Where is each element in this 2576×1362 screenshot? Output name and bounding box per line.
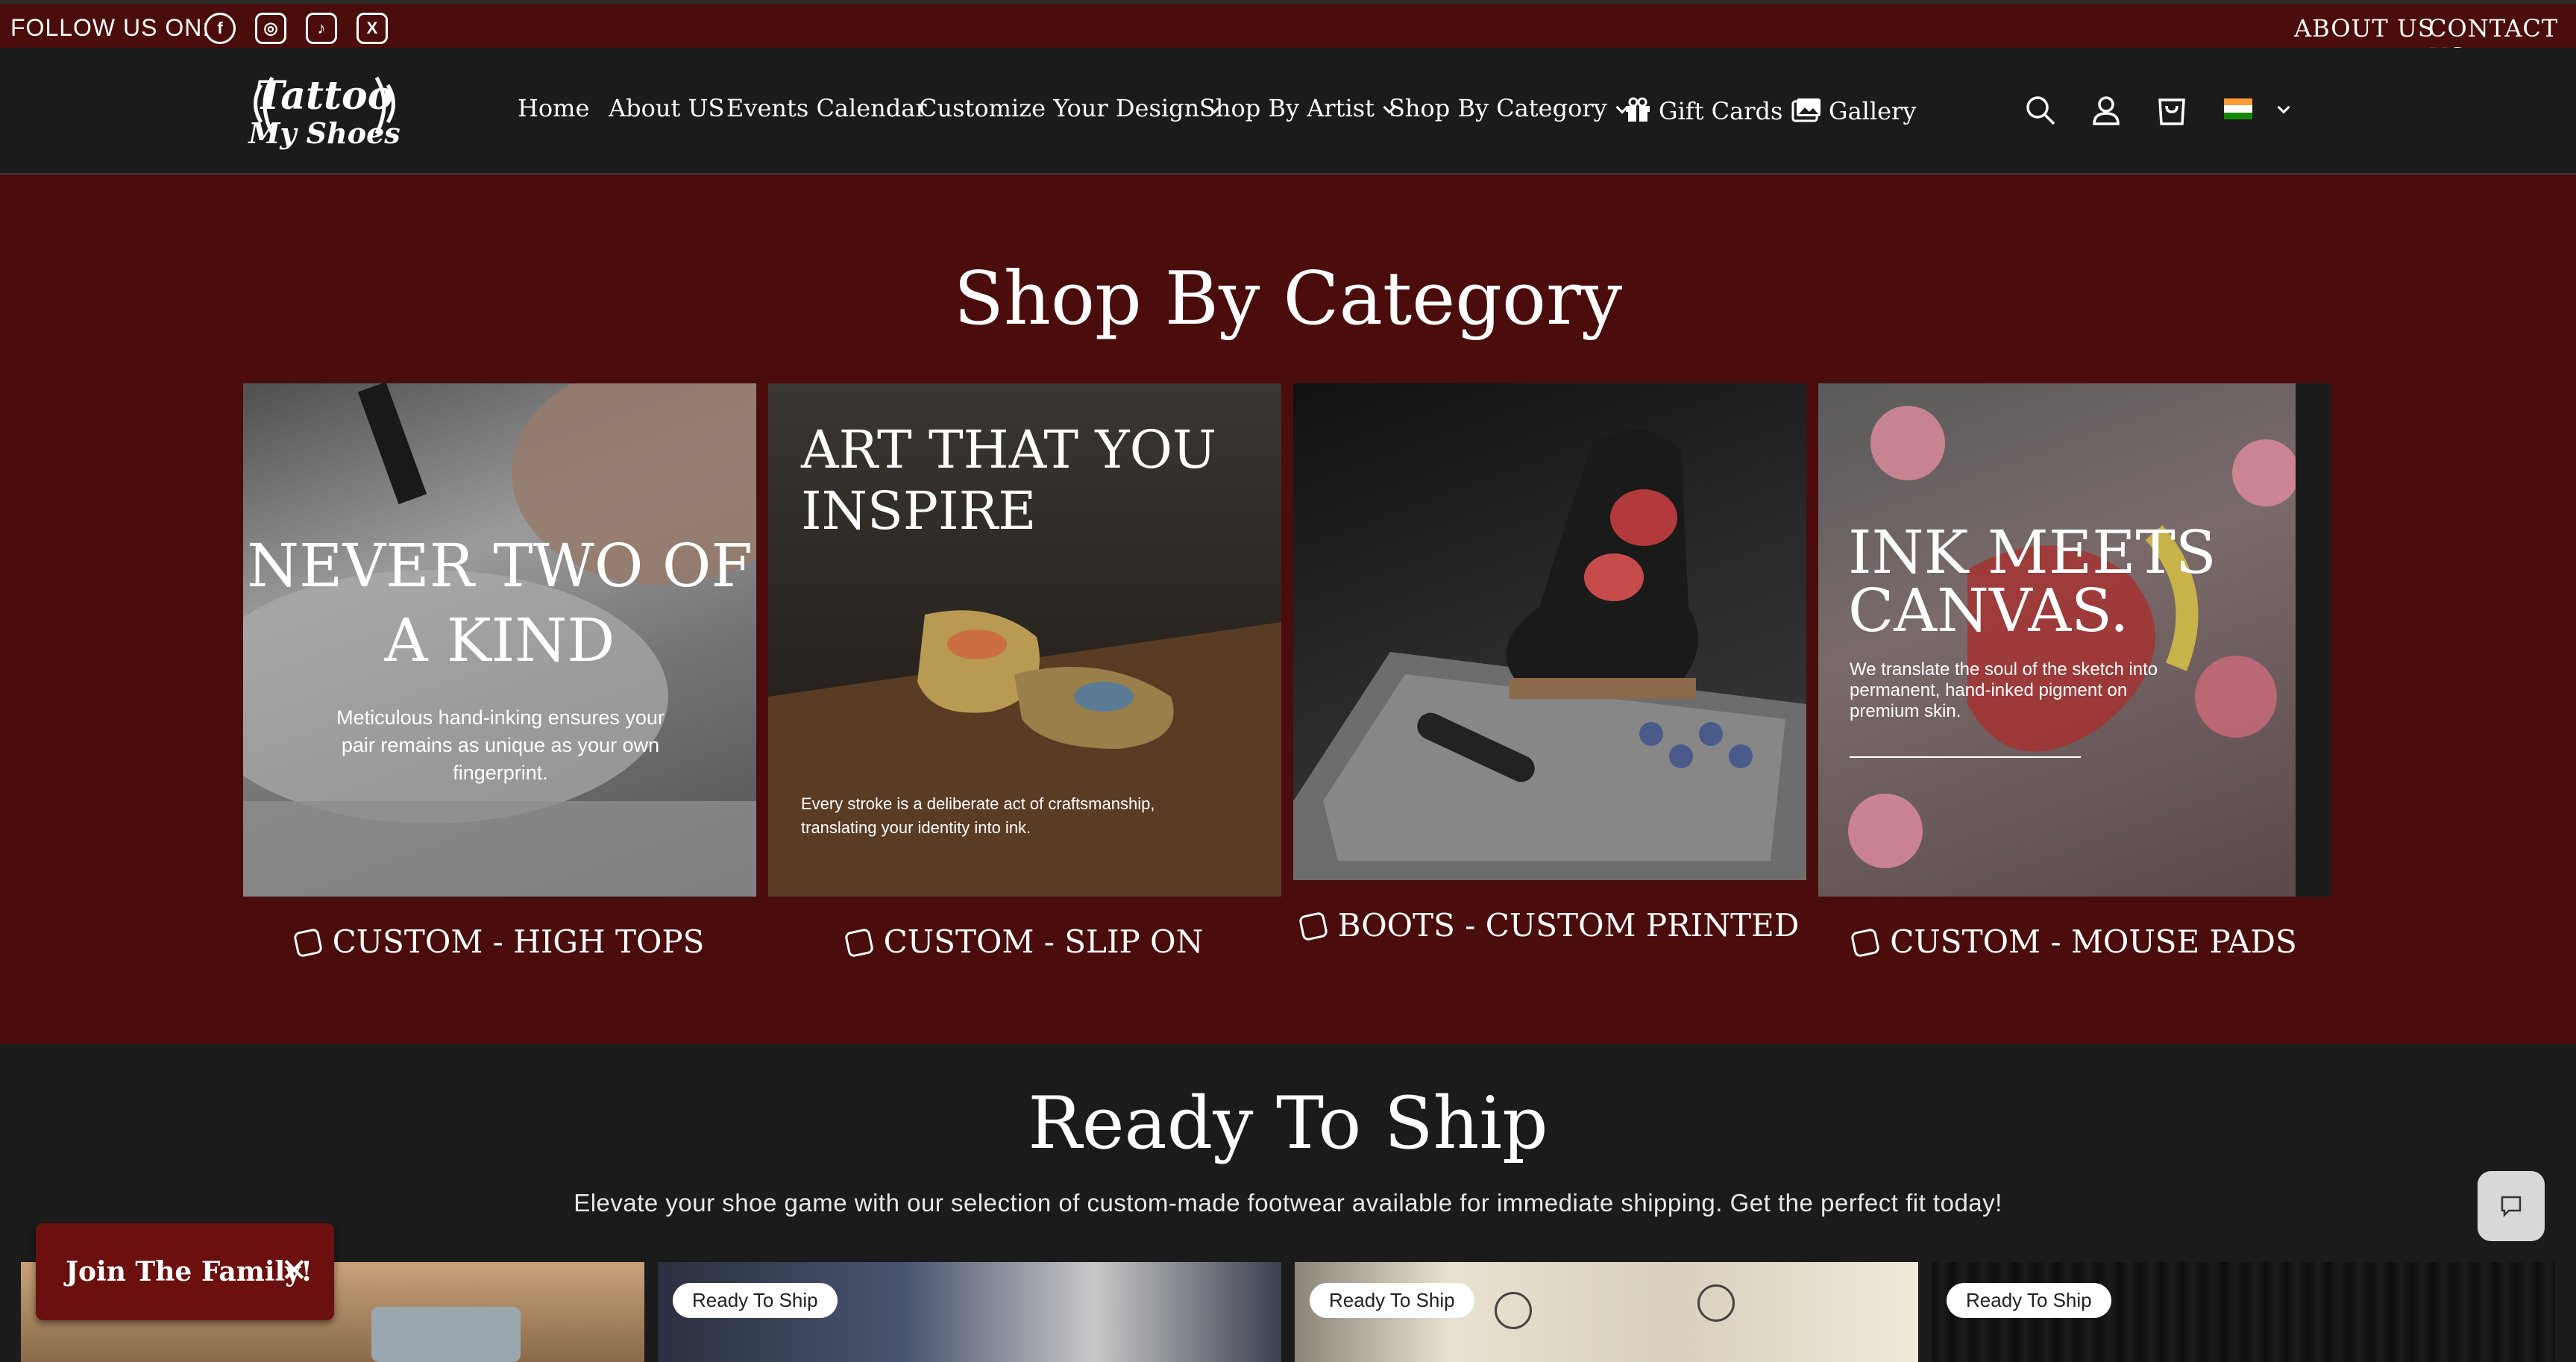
nav-gift-cards[interactable]: Gift Cards bbox=[1624, 94, 1782, 125]
nav-home[interactable]: Home bbox=[518, 94, 589, 122]
section-subtitle: Elevate your shoe game with our selectio… bbox=[574, 1189, 2002, 1217]
card-description: Every stroke is a deliberate act of craf… bbox=[801, 794, 1155, 837]
nav-shop-artist-label: Shop By Artist bbox=[1199, 94, 1375, 122]
card-headline-line1: NEVER TWO OF bbox=[247, 531, 753, 600]
nav-gallery-label: Gallery bbox=[1829, 97, 1917, 125]
nav-shop-category-label: Shop By Category bbox=[1389, 94, 1607, 122]
nav-customize-your-design[interactable]: Customize Your Design bbox=[919, 94, 1221, 122]
logo-line-2: My Shoes bbox=[247, 116, 400, 150]
nav-shop-by-artist[interactable]: Shop By Artist bbox=[1199, 94, 1396, 122]
product-card[interactable]: Ready To Ship bbox=[1932, 1262, 2555, 1362]
category-tag-icon bbox=[1298, 911, 1328, 942]
card-headline: ART THAT YOU INSPIRE bbox=[801, 419, 1216, 542]
x-icon[interactable]: X bbox=[356, 13, 388, 44]
site-header: Tattoo My Shoes Home About US Events Cal… bbox=[0, 48, 2576, 175]
follow-us-label: FOLLOW US ON: bbox=[10, 14, 210, 41]
ready-to-ship-badge: Ready To Ship bbox=[1310, 1283, 1474, 1318]
cart-icon[interactable] bbox=[2154, 92, 2190, 128]
card-headline-line2: CANVAS. bbox=[1848, 576, 2129, 645]
category-label-slip-on[interactable]: CUSTOM - SLIP ON bbox=[768, 923, 1281, 960]
logo-line-1: Tattoo bbox=[256, 73, 394, 119]
card-headline-line2: A KIND bbox=[384, 606, 615, 675]
category-card-high-tops[interactable]: NEVER TWO OF A KIND Meticulous hand-inki… bbox=[243, 383, 756, 897]
category-card-mouse-pads[interactable]: INK MEETS CANVAS. We translate the soul … bbox=[1818, 383, 2331, 897]
join-the-family-popup[interactable]: Join The Family! ✕ bbox=[36, 1223, 334, 1320]
nav-shop-by-category[interactable]: Shop By Category bbox=[1389, 94, 1629, 122]
category-label-boots[interactable]: BOOTS - CUSTOM PRINTED bbox=[1293, 907, 1806, 944]
chat-button[interactable] bbox=[2478, 1171, 2545, 1241]
category-card-boots[interactable] bbox=[1293, 383, 1806, 880]
nav-about-us[interactable]: About US bbox=[609, 94, 724, 122]
category-label-text: BOOTS - CUSTOM PRINTED bbox=[1337, 907, 1800, 944]
category-label-text: CUSTOM - SLIP ON bbox=[883, 923, 1204, 960]
search-icon[interactable] bbox=[2023, 92, 2058, 128]
facebook-icon[interactable]: f bbox=[204, 13, 236, 44]
category-tag-icon bbox=[844, 927, 874, 958]
join-label[interactable]: Join The Family! bbox=[66, 1256, 312, 1287]
category-tag-icon bbox=[292, 927, 323, 958]
gift-icon bbox=[1626, 97, 1650, 122]
card-description: Meticulous hand-inking ensures your pair… bbox=[336, 706, 665, 784]
card-headline: INK MEETS CANVAS. bbox=[1848, 518, 2217, 645]
category-label-text: CUSTOM - MOUSE PADS bbox=[1890, 923, 2297, 960]
category-label-high-tops[interactable]: CUSTOM - HIGH TOPS bbox=[243, 923, 756, 960]
ready-to-ship-badge: Ready To Ship bbox=[673, 1283, 838, 1318]
card-headline-line1: INK MEETS bbox=[1848, 518, 2217, 587]
section-title: Ready To Ship bbox=[1028, 1082, 1548, 1165]
category-card-slip-on[interactable]: ART THAT YOU INSPIRE Every stroke is a d… bbox=[768, 383, 1281, 897]
top-announcement-bar: FOLLOW US ON: f ◎ ♪ X ABOUT US CONTACT U… bbox=[0, 0, 2576, 71]
ready-to-ship-section: Ready To Ship Elevate your shoe game wit… bbox=[0, 1044, 2576, 1362]
gallery-icon bbox=[1791, 98, 1821, 122]
shop-by-category-section: Shop By Category NEVER TWO OF A KIND Met… bbox=[0, 175, 2576, 1044]
category-label-mouse-pads[interactable]: CUSTOM - MOUSE PADS bbox=[1818, 923, 2331, 960]
ready-to-ship-badge: Ready To Ship bbox=[1947, 1283, 2111, 1318]
custom-boot-image bbox=[1293, 430, 1806, 880]
close-icon[interactable]: ✕ bbox=[280, 1252, 308, 1290]
category-tag-icon bbox=[1850, 927, 1881, 958]
card-headline-line2: INSPIRE bbox=[801, 480, 1037, 542]
product-card[interactable]: Ready To Ship bbox=[658, 1262, 1281, 1362]
nav-gallery[interactable]: Gallery bbox=[1791, 94, 1916, 125]
nav-events-calendar[interactable]: Events Calendar bbox=[726, 94, 927, 122]
card-description: We translate the soul of the sketch into… bbox=[1850, 659, 2158, 721]
instagram-icon[interactable]: ◎ bbox=[255, 13, 286, 44]
section-title: Shop By Category bbox=[953, 257, 1623, 342]
category-label-text: CUSTOM - HIGH TOPS bbox=[332, 923, 705, 960]
card-divider bbox=[1850, 756, 2081, 758]
chevron-down-icon[interactable] bbox=[2277, 101, 2290, 114]
about-us-top-link[interactable]: ABOUT US bbox=[2294, 14, 2435, 43]
product-card[interactable]: Ready To Ship bbox=[1295, 1262, 1918, 1362]
nav-gift-cards-label: Gift Cards bbox=[1659, 97, 1783, 125]
country-flag-icon[interactable] bbox=[2224, 98, 2252, 119]
account-icon[interactable] bbox=[2088, 92, 2124, 128]
card-headline-line1: ART THAT YOU bbox=[801, 419, 1216, 480]
site-logo[interactable]: Tattoo My Shoes bbox=[246, 63, 403, 160]
nav-customize-label: Customize Your Design bbox=[919, 94, 1200, 122]
card-headline: NEVER TWO OF A KIND bbox=[243, 529, 756, 678]
chat-icon bbox=[2501, 1196, 2522, 1218]
tiktok-icon[interactable]: ♪ bbox=[306, 13, 337, 44]
